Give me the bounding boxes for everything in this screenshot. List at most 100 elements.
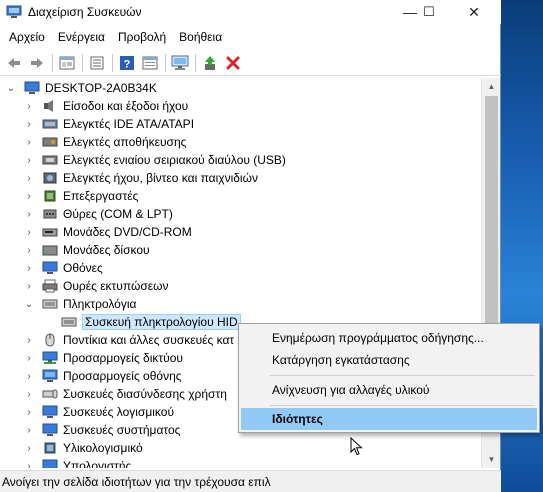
mouse-cursor-icon: [350, 437, 363, 456]
chevron-right-icon[interactable]: ›: [24, 227, 34, 238]
context-menu-properties[interactable]: Ιδιότητες: [241, 408, 537, 430]
uninstall-button[interactable]: [222, 52, 244, 74]
dvd-drive-icon: [42, 228, 58, 237]
chevron-right-icon[interactable]: ›: [24, 209, 34, 220]
menu-view[interactable]: Προβολή: [113, 28, 171, 46]
maximize-button[interactable]: ☐: [411, 0, 447, 24]
chevron-right-icon[interactable]: ›: [24, 335, 34, 346]
chevron-right-icon[interactable]: ›: [24, 371, 34, 382]
show-hide-console-button[interactable]: [56, 52, 78, 74]
scan-hardware-button[interactable]: [169, 52, 191, 74]
toolbar-separator: [82, 53, 83, 72]
tree-item-label: Πληκτρολόγια: [63, 297, 137, 311]
context-menu-uninstall[interactable]: Κατάργηση εγκατάστασης: [241, 349, 537, 371]
usb-controller-icon: [42, 155, 58, 165]
toolbar-separator: [195, 53, 196, 72]
tree-item-label: Είσοδοι και έξοδοι ήχου: [63, 99, 189, 113]
menu-file[interactable]: Αρχείο: [4, 28, 50, 46]
tree-category-item[interactable]: › Είσοδοι και έξοδοι ήχου: [0, 97, 481, 115]
ide-controller-icon: [42, 119, 58, 129]
tree-category-item[interactable]: › Υπολογιστής: [0, 457, 481, 468]
context-menu-item-label: Ιδιότητες: [272, 412, 323, 426]
window-title: Διαχείριση Συσκευών: [28, 5, 142, 19]
tree-category-item[interactable]: › Ουρές εκτυπώσεων: [0, 277, 481, 295]
processor-icon: [44, 190, 56, 202]
tree-item-label: Ελεγκτές αποθήκευσης: [63, 135, 187, 149]
help-button[interactable]: ?: [116, 52, 138, 74]
update-driver-button[interactable]: [199, 52, 221, 74]
chevron-right-icon[interactable]: ›: [24, 191, 34, 202]
tree-category-item[interactable]: › Ελεγκτές IDE ATA/ATAPI: [0, 115, 481, 133]
keyboard-icon: [42, 299, 58, 309]
mouse-icon: [45, 333, 55, 347]
chevron-right-icon[interactable]: ›: [24, 461, 34, 469]
chevron-right-icon[interactable]: ›: [24, 173, 34, 184]
tree-item-label: Ποντίκια και άλλες συσκευές κατ: [63, 333, 235, 347]
properties-window-icon: [59, 56, 75, 69]
chevron-right-icon[interactable]: ›: [24, 245, 34, 256]
status-text: Ανοίγει την σελίδα ιδιοτήτων για την τρέ…: [2, 474, 271, 489]
close-icon: ✕: [468, 3, 480, 20]
toolbar-separator: [112, 53, 113, 72]
firmware-icon: [44, 442, 56, 454]
chevron-right-icon[interactable]: ›: [24, 119, 34, 130]
context-menu-scan-hardware[interactable]: Ανίχνευση για αλλαγές υλικού: [241, 379, 537, 401]
storage-controller-icon: [42, 137, 58, 147]
tree-category-item[interactable]: › Ελεγκτές ενιαίου σειριακού διαύλου (USB…: [0, 151, 481, 169]
tree-item-label: Οθόνες: [63, 261, 103, 275]
refresh-list-button[interactable]: [86, 52, 108, 74]
maximize-icon: ☐: [423, 4, 435, 19]
tree-item-label: Θύρες (COM & LPT): [63, 207, 173, 221]
tree-item-label: Συσκευές διασύνδεσης χρήστη: [63, 387, 227, 401]
computer-icon: [42, 459, 58, 468]
scroll-up-arrow[interactable]: ▲: [482, 78, 501, 95]
chevron-right-icon[interactable]: ›: [24, 425, 34, 436]
tree-root[interactable]: ⌄ DESKTOP-2A0B34K: [0, 79, 481, 97]
context-menu-separator: [270, 375, 535, 376]
tree-category-item[interactable]: › Επεξεργαστές: [0, 187, 481, 205]
system-device-icon: [42, 423, 58, 436]
chevron-right-icon[interactable]: ›: [24, 353, 34, 364]
tree-item-label: Ελεγκτές IDE ATA/ATAPI: [63, 117, 195, 131]
menu-bar: Αρχείο Ενέργεια Προβολή Βοήθεια: [0, 26, 501, 48]
tree-item-label: Υλικολογισμικό: [63, 441, 143, 455]
close-button[interactable]: ✕: [456, 0, 492, 24]
help-icon: ?: [120, 55, 134, 70]
chevron-right-icon[interactable]: ›: [24, 281, 34, 292]
tree-category-item[interactable]: › Μονάδες δίσκου: [0, 241, 481, 259]
chevron-right-icon[interactable]: ›: [24, 443, 34, 454]
context-menu-update-driver[interactable]: Ενημέρωση προγράμματος οδήγησης...: [241, 327, 537, 349]
view-properties-button[interactable]: [139, 52, 161, 74]
title-bar[interactable]: Διαχείριση Συσκευών — ☐ ✕: [0, 0, 501, 24]
tree-category-item[interactable]: › Ελεγκτές ήχου, βίντεο και παιχνιδιών: [0, 169, 481, 187]
chevron-down-icon[interactable]: ⌄: [6, 83, 16, 94]
chevron-right-icon[interactable]: ›: [24, 389, 34, 400]
audio-icon: [44, 100, 53, 112]
back-button[interactable]: [3, 52, 25, 74]
chevron-right-icon[interactable]: ›: [24, 155, 34, 166]
chevron-right-icon[interactable]: ›: [24, 407, 34, 418]
tree-category-item[interactable]: › Υλικολογισμικό: [0, 439, 481, 457]
update-list-icon: [90, 56, 104, 69]
menu-help[interactable]: Βοήθεια: [174, 28, 227, 46]
chevron-right-icon[interactable]: ›: [24, 137, 34, 148]
disk-drive-icon: [42, 245, 58, 256]
tree-item-label: Μονάδες δίσκου: [63, 243, 150, 257]
tree-category-item[interactable]: › Θύρες (COM & LPT): [0, 205, 481, 223]
scroll-down-arrow[interactable]: ▼: [482, 451, 501, 468]
tree-item-label: Συσκευές λογισμικού: [63, 405, 174, 419]
computer-icon: [24, 81, 40, 94]
tree-category-item[interactable]: › Οθόνες: [0, 259, 481, 277]
menu-action[interactable]: Ενέργεια: [53, 28, 110, 46]
forward-button[interactable]: [26, 52, 48, 74]
context-menu: Ενημέρωση προγράμματος οδήγησης... Κατάρ…: [238, 323, 540, 433]
tree-item-label: Ουρές εκτυπώσεων: [63, 279, 169, 293]
context-menu-separator: [270, 405, 535, 406]
tree-category-item[interactable]: › Μονάδες DVD/CD-ROM: [0, 223, 481, 241]
tree-category-item[interactable]: › Ελεγκτές αποθήκευσης: [0, 133, 481, 151]
chevron-right-icon[interactable]: ›: [24, 101, 34, 112]
tree-category-item[interactable]: ⌄ Πληκτρολόγια: [0, 295, 481, 313]
chevron-down-icon[interactable]: ⌄: [24, 299, 34, 310]
chevron-right-icon[interactable]: ›: [24, 263, 34, 274]
network-adapter-icon: [42, 351, 58, 364]
